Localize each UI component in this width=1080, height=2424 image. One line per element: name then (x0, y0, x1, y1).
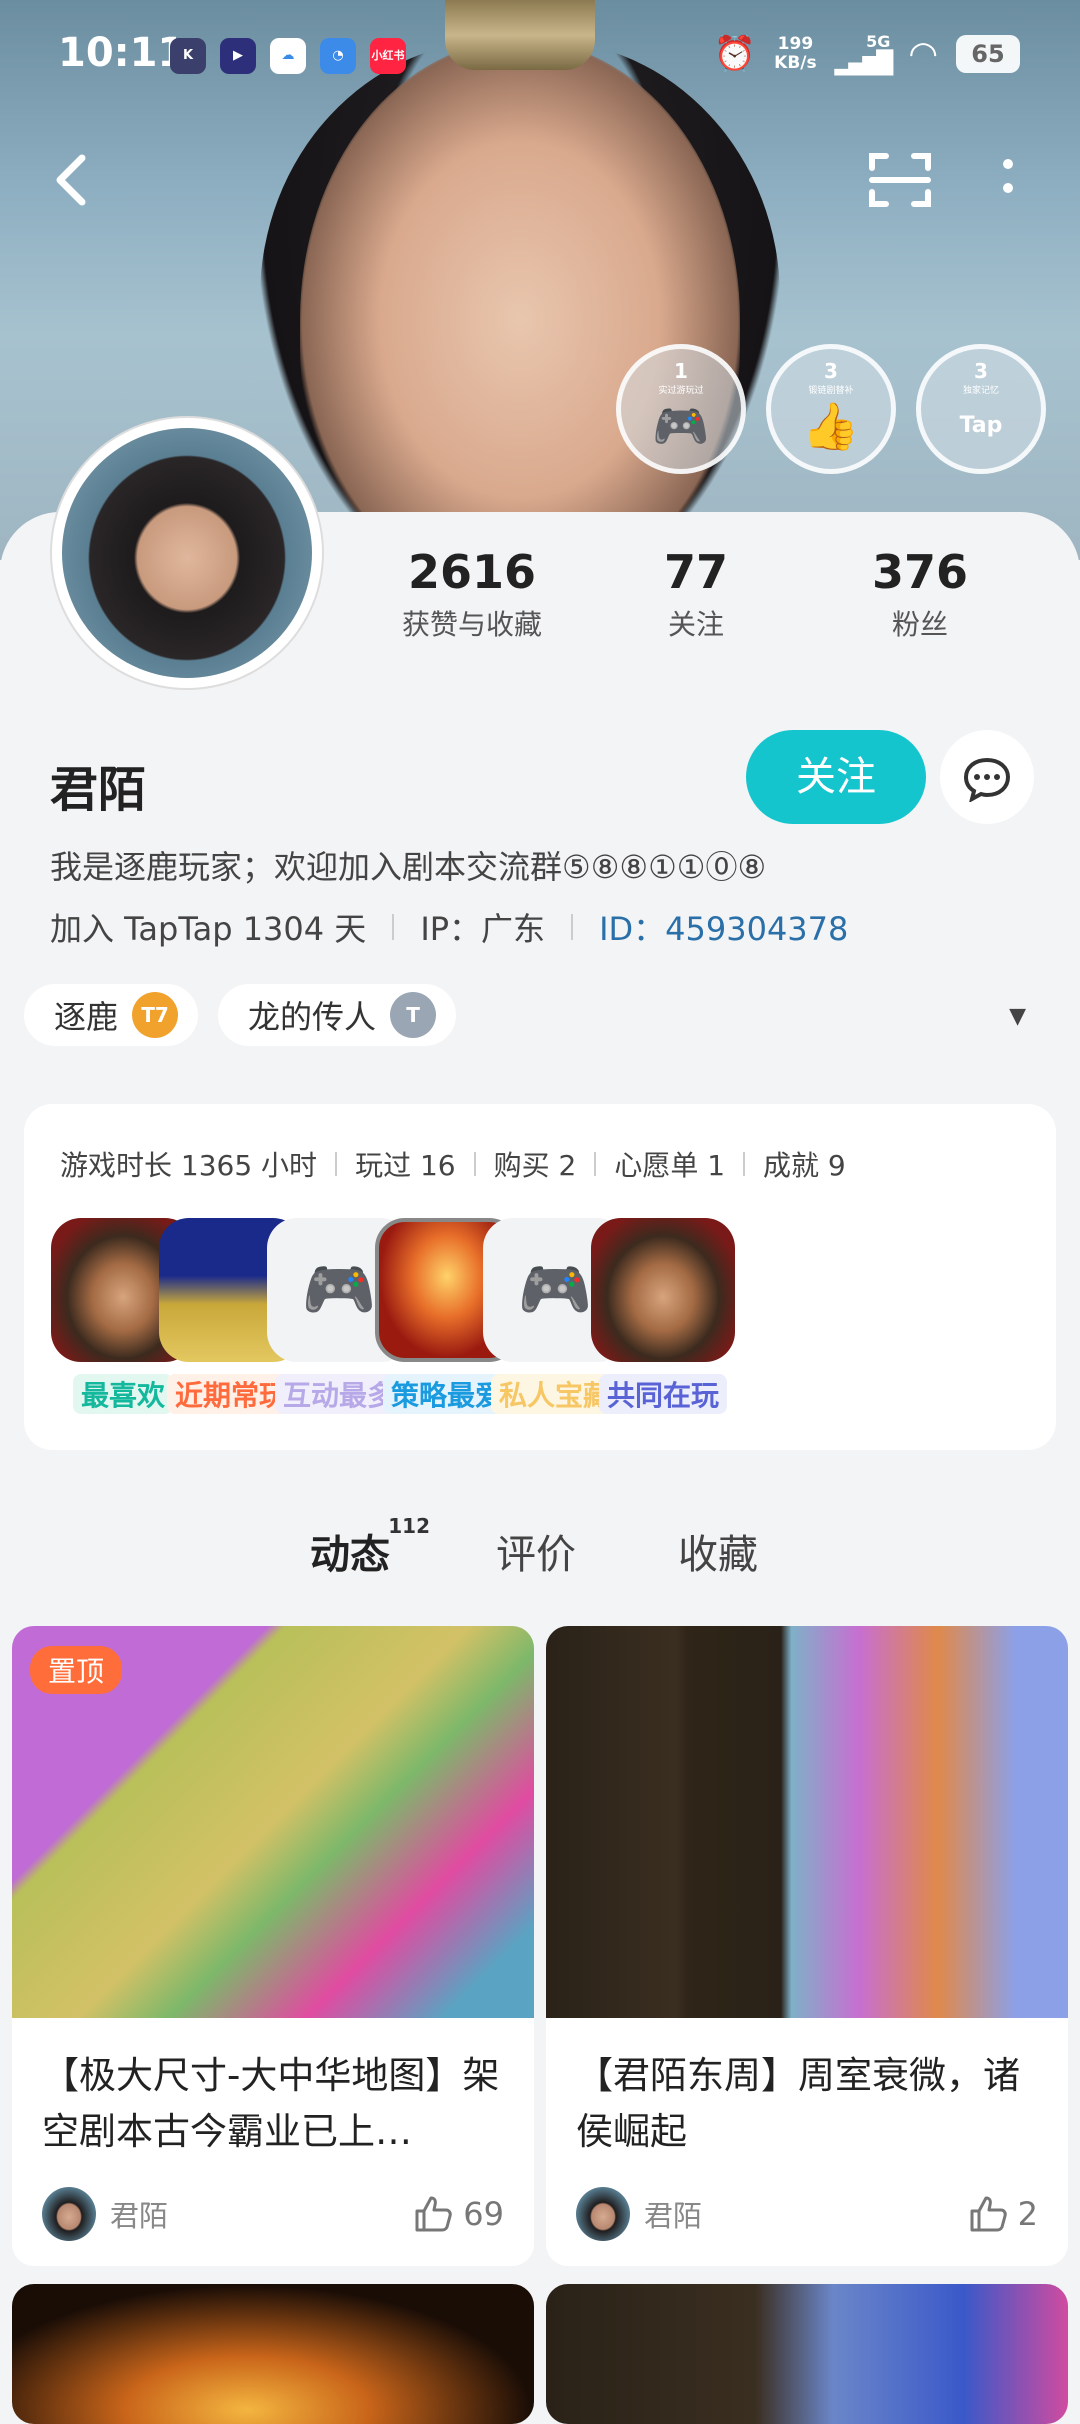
post-card[interactable]: 置顶 【极大尺寸-大中华地图】架空剧本古今霸业已上… 君陌 69 (12, 1626, 534, 2266)
thumbs-up-icon: 👍 (802, 399, 860, 453)
thumbs-up-icon (415, 2196, 453, 2232)
message-button[interactable] (940, 730, 1034, 824)
profile-bio: 我是逐鹿玩家；欢迎加入剧本交流群⑤⑧⑧①①⓪⑧ (50, 848, 767, 886)
achievement-badge-3[interactable]: 3 独家记忆 Tap (916, 344, 1046, 474)
achievements-count[interactable]: 成就 9 (763, 1144, 846, 1184)
ip-location: IP：广东 (420, 910, 546, 948)
taptap-gamepad-icon: Tap (959, 413, 1003, 438)
alarm-icon: ⏰ (713, 34, 757, 74)
game-playing-together[interactable]: 共同在玩 (590, 1218, 736, 1414)
level-badge-icon: T7 (132, 992, 179, 1038)
author-avatar[interactable] (576, 2187, 630, 2241)
wishlist-count[interactable]: 心愿单 1 (614, 1144, 725, 1184)
followers-stat[interactable]: 376 粉丝 (810, 545, 1030, 643)
games-stats: 游戏时长 1365 小时 玩过 16 购买 2 心愿单 1 成就 9 (60, 1144, 846, 1184)
post-footer: 君陌 2 (576, 2186, 1038, 2242)
post-title: 【君陌东周】周室衰微，诸侯崛起 (576, 2054, 1020, 2153)
back-icon[interactable] (52, 150, 92, 224)
posts-count: 112 (388, 1514, 430, 1538)
achievement-badge-2[interactable]: 3 锻链剧替补 👍 (766, 344, 896, 474)
status-time: 10:11 (58, 30, 186, 76)
pinned-badge: 置顶 (30, 1646, 123, 1694)
play-time[interactable]: 游戏时长 1365 小时 (60, 1144, 317, 1184)
played-count[interactable]: 玩过 16 (355, 1144, 456, 1184)
joined-days: 加入 TapTap 1304 天 (50, 910, 367, 948)
bag-app-icon: ◔ (320, 38, 356, 74)
expand-tags-icon[interactable]: ▼ (1009, 1004, 1026, 1029)
battery-indicator: 65 (956, 35, 1020, 73)
likes-stat[interactable]: 2616 获赞与收藏 (362, 545, 582, 643)
purchased-count[interactable]: 购买 2 (494, 1144, 577, 1184)
post-card[interactable]: 【君陌东周】周室衰微，诸侯崛起 君陌 2 (546, 1626, 1068, 2266)
games-card: 游戏时长 1365 小时 玩过 16 购买 2 心愿单 1 成就 9 最喜欢 近… (24, 1104, 1056, 1450)
scan-icon[interactable] (868, 150, 932, 224)
profile-tabs: 动态 112 评价 收藏 (0, 1514, 1080, 1582)
thumbs-up-icon (970, 2196, 1007, 2232)
follow-button[interactable]: 关注 (746, 730, 926, 824)
status-right: ⏰ 199 KB/s 5G ▂▄▆█ ◠ 65 (714, 32, 1020, 76)
post-footer: 君陌 69 (42, 2186, 504, 2242)
achievement-badge-1[interactable]: 1 实过游玩过 🎮 (616, 344, 746, 474)
post-title: 【极大尺寸-大中华地图】架空剧本古今霸业已上… (42, 2054, 500, 2153)
following-stat[interactable]: 77 关注 (586, 545, 806, 643)
author-name[interactable]: 君陌 (644, 2193, 702, 2235)
tag-dragon-descendant[interactable]: 龙的传人 T (218, 984, 457, 1046)
gamepad-icon: 🎮 (652, 399, 710, 453)
signal-icon: 5G ▂▄▆█ (834, 32, 894, 76)
author-name[interactable]: 君陌 (110, 2193, 168, 2235)
post-image (546, 2284, 1068, 2424)
profile-meta: 加入 TapTap 1304 天 IP：广东 ID：459304378 (50, 904, 848, 950)
tab-reviews[interactable]: 评价 (496, 1522, 576, 1580)
more-options-icon[interactable] (1000, 150, 1016, 224)
avatar[interactable] (52, 418, 322, 688)
net-speed: 199 KB/s (774, 34, 817, 73)
wifi-icon: ◠ (908, 34, 938, 74)
play-app-icon: ▶ (220, 38, 256, 74)
chat-bubble-icon (963, 757, 1011, 803)
tab-posts[interactable]: 动态 112 (310, 1514, 430, 1580)
like-button[interactable]: 69 (413, 2195, 504, 2233)
tag-zhulu[interactable]: 逐鹿 T7 (24, 984, 199, 1046)
user-id[interactable]: ID：459304378 (599, 904, 848, 950)
t-badge-icon: T (390, 992, 437, 1038)
status-app-icons: K ▶ ☁ ◔ 小红书 (170, 38, 406, 74)
profile-name: 君陌 (50, 762, 147, 818)
author-avatar[interactable] (42, 2187, 96, 2241)
post-card[interactable] (546, 2284, 1068, 2424)
xiaohongshu-app-icon: 小红书 (370, 38, 406, 74)
post-image (12, 2284, 534, 2424)
game-icon (591, 1218, 735, 1362)
user-tags: 逐鹿 T7 龙的传人 T (24, 984, 457, 1046)
status-bar: 10:11 K ▶ ☁ ◔ 小红书 ⏰ 199 KB/s 5G ▂▄▆█ ◠ 6… (0, 0, 1080, 110)
k-app-icon: K (170, 38, 206, 74)
like-button[interactable]: 2 (968, 2195, 1038, 2233)
post-card[interactable] (12, 2284, 534, 2424)
tab-favorites[interactable]: 收藏 (678, 1522, 758, 1580)
post-image-scenario (546, 1626, 1068, 2018)
cloud-app-icon: ☁ (270, 38, 306, 74)
